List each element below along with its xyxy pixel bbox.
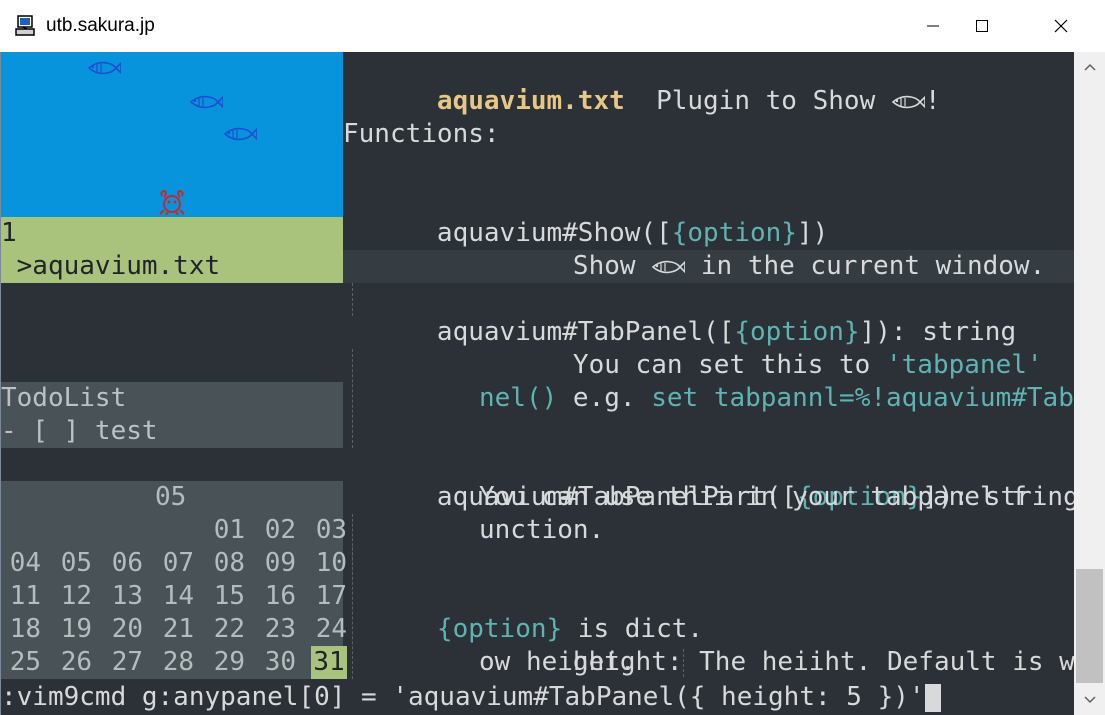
calendar-day[interactable]: 04 <box>1 547 41 580</box>
calendar-day[interactable]: 05 <box>52 547 92 580</box>
show-desc-start: Show <box>572 251 652 281</box>
terminal-area[interactable]: 1 >aquavium.txt TodoList - [ ] test 05 a… <box>1 52 1074 715</box>
fish-icon <box>891 95 925 108</box>
calendar-week: 04 05 06 07 08 09 10 <box>1 547 347 580</box>
calendar-day[interactable]: 27 <box>103 646 143 679</box>
maximize-icon <box>976 20 988 32</box>
height-line: height: The heiiht. Default is wind <box>479 613 1074 677</box>
help-title-text: Plugin to Show <box>624 86 891 116</box>
part-function-line: aquavium#TabPanelPart([{option}]): strin… <box>343 448 1074 512</box>
chevron-down-icon <box>1083 696 1096 704</box>
calendar-day[interactable]: 02 <box>256 514 296 547</box>
calendar-day[interactable]: 24 <box>307 613 347 646</box>
calendar-day[interactable]: 14 <box>154 580 194 613</box>
fish-icon <box>87 61 121 75</box>
show-desc-line: Show in the current window. <box>479 217 1045 281</box>
option-dict-line: {option} is dict. <box>343 580 703 644</box>
calendar-day[interactable]: 21 <box>154 613 194 646</box>
calendar-day[interactable]: 23 <box>256 613 296 646</box>
calendar-today[interactable]: 31 <box>311 646 347 679</box>
scroll-down-button[interactable] <box>1074 685 1105 715</box>
calendar-week: 25 26 27 28 29 30 31 <box>1 646 347 679</box>
help-title-end: ! <box>924 86 941 116</box>
minimize-icon <box>927 25 939 27</box>
calendar-day[interactable]: 20 <box>103 613 143 646</box>
tabpanel-example-line: e.g. set tabpannl=%!aquavium#TabPa <box>479 349 1074 413</box>
fish-icon <box>189 95 223 109</box>
maximize-button[interactable] <box>959 0 1005 52</box>
calendar-day[interactable]: 26 <box>52 646 92 679</box>
height-desc: The heiiht. Default is wind <box>699 647 1074 677</box>
command-text: :vim9cmd g:anypanel[0] = 'aquavium#TabPa… <box>1 682 925 712</box>
fish-icon <box>651 260 686 273</box>
calendar-day[interactable]: 19 <box>52 613 92 646</box>
help-buffer[interactable]: aquavium.txt Plugin to Show ! Functions:… <box>343 52 1074 679</box>
window-title: utb.sakura.jp <box>46 15 155 36</box>
minimize-button[interactable] <box>910 0 956 52</box>
example-prefix: e.g. <box>572 383 652 413</box>
close-icon <box>1054 19 1068 33</box>
aquarium-panel <box>1 52 343 217</box>
close-button[interactable] <box>1038 0 1084 52</box>
part-desc-wrap: unction. <box>479 515 605 545</box>
calendar-day[interactable]: 12 <box>52 580 92 613</box>
app-icon <box>15 15 35 36</box>
calendar-day[interactable]: 16 <box>256 580 296 613</box>
chevron-up-icon <box>1083 63 1096 71</box>
height-desc-wrap: ow height. <box>479 647 636 677</box>
calendar-day[interactable]: 06 <box>103 547 143 580</box>
calendar-day[interactable]: 30 <box>256 646 296 679</box>
calendar-day[interactable]: 07 <box>154 547 194 580</box>
show-function-line: aquavium#Show([{option}]) <box>343 184 828 248</box>
example-command-wrap: nel() <box>479 383 558 413</box>
functions-header: Functions: <box>343 119 500 149</box>
tab-number[interactable]: 1 <box>1 217 343 250</box>
example-command: set tabpannl=%!aquavium#TabPa <box>651 383 1074 413</box>
title-bar: utb.sakura.jp <box>0 0 1105 52</box>
tab-item-aquavium[interactable]: >aquavium.txt <box>1 250 343 283</box>
show-desc-end: in the current window. <box>685 251 1046 281</box>
calendar-week: 11 12 13 14 15 16 17 <box>1 580 347 613</box>
calendar-day[interactable]: 22 <box>205 613 245 646</box>
scroll-thumb[interactable] <box>1076 569 1103 683</box>
fish-icon <box>223 127 257 141</box>
todo-item[interactable]: - [ ] test <box>1 415 158 448</box>
calendar-month: 05 <box>155 482 187 512</box>
calendar-day[interactable]: 25 <box>1 646 41 679</box>
calendar-day[interactable]: 09 <box>256 547 296 580</box>
tabpanel-desc-line: You can set this to 'tabpanel' <box>479 316 1043 380</box>
part-desc-line: You can use thii in your tabpanel f <box>479 482 1027 512</box>
command-line[interactable]: :vim9cmd g:anypanel[0] = 'aquavium#TabPa… <box>1 679 1074 715</box>
calendar-day[interactable]: 03 <box>307 514 347 547</box>
calendar-day[interactable]: 01 <box>205 514 245 547</box>
calendar-day[interactable]: 10 <box>307 547 347 580</box>
help-file-title: aquavium.txt <box>436 86 625 116</box>
calendar-day[interactable]: 11 <box>1 580 41 613</box>
calendar-day[interactable]: 17 <box>307 580 347 613</box>
todo-title: TodoList <box>1 383 127 413</box>
calendar-week: 01 02 03 <box>1 514 347 547</box>
vertical-scrollbar[interactable] <box>1074 52 1105 715</box>
help-title-line: aquavium.txt Plugin to Show ! <box>343 52 941 116</box>
calendar-day[interactable]: 15 <box>205 580 245 613</box>
tabpanel-function-line: aquavium#TabPanel([{option}]): string <box>343 283 1016 347</box>
crab-icon <box>159 189 185 216</box>
calendar-day[interactable]: 18 <box>1 613 41 646</box>
calendar-day[interactable]: 08 <box>205 547 245 580</box>
text-cursor <box>924 683 941 712</box>
scroll-up-button[interactable] <box>1074 52 1105 82</box>
calendar-day[interactable]: 28 <box>154 646 194 679</box>
calendar-week: 18 19 20 21 22 23 24 <box>1 613 347 646</box>
calendar-day[interactable]: 29 <box>205 646 245 679</box>
calendar-day[interactable]: 13 <box>103 580 143 613</box>
